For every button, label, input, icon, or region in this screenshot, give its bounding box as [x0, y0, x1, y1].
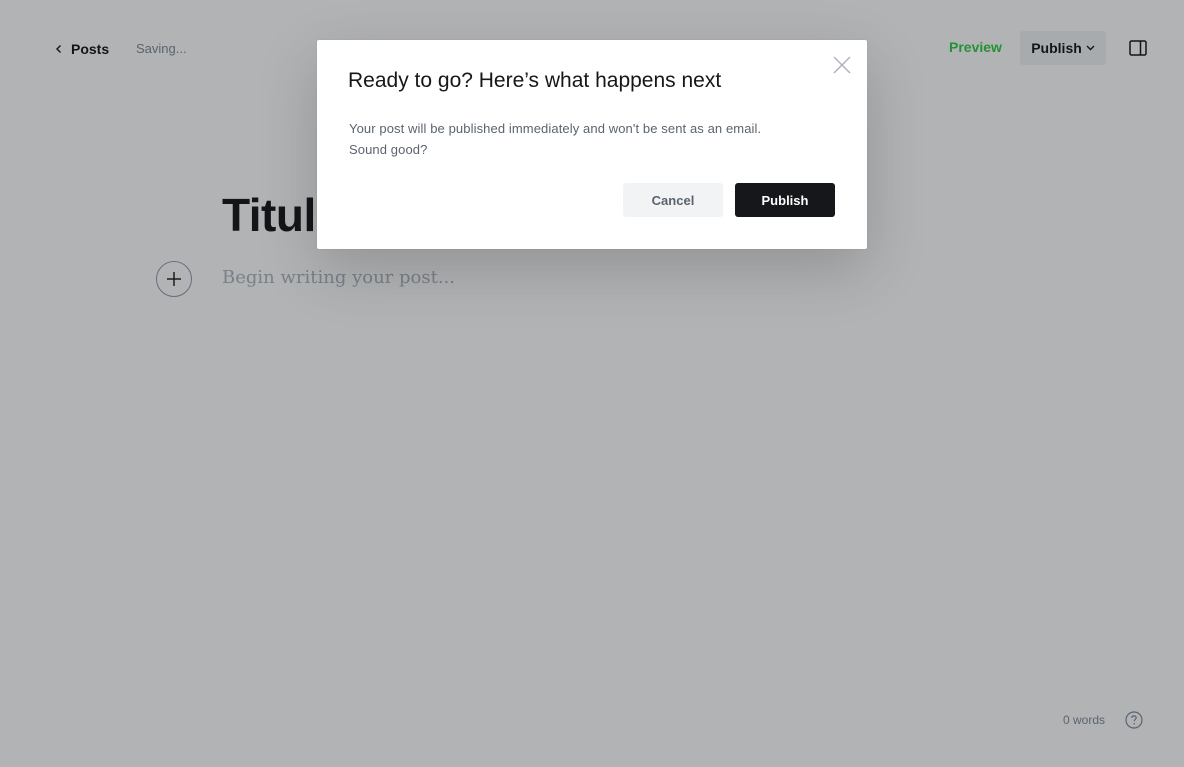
confirm-publish-button[interactable]: Publish — [735, 183, 835, 217]
modal-description-line: Sound good? — [349, 142, 428, 157]
cancel-button[interactable]: Cancel — [623, 183, 723, 217]
modal-description-line: Your post will be published immediately … — [349, 121, 762, 136]
modal-description: Your post will be published immediately … — [349, 118, 819, 160]
modal-title: Ready to go? Here’s what happens next — [348, 69, 722, 92]
publish-confirm-modal: Ready to go? Here’s what happens next Yo… — [317, 40, 867, 249]
close-icon[interactable] — [833, 56, 851, 74]
